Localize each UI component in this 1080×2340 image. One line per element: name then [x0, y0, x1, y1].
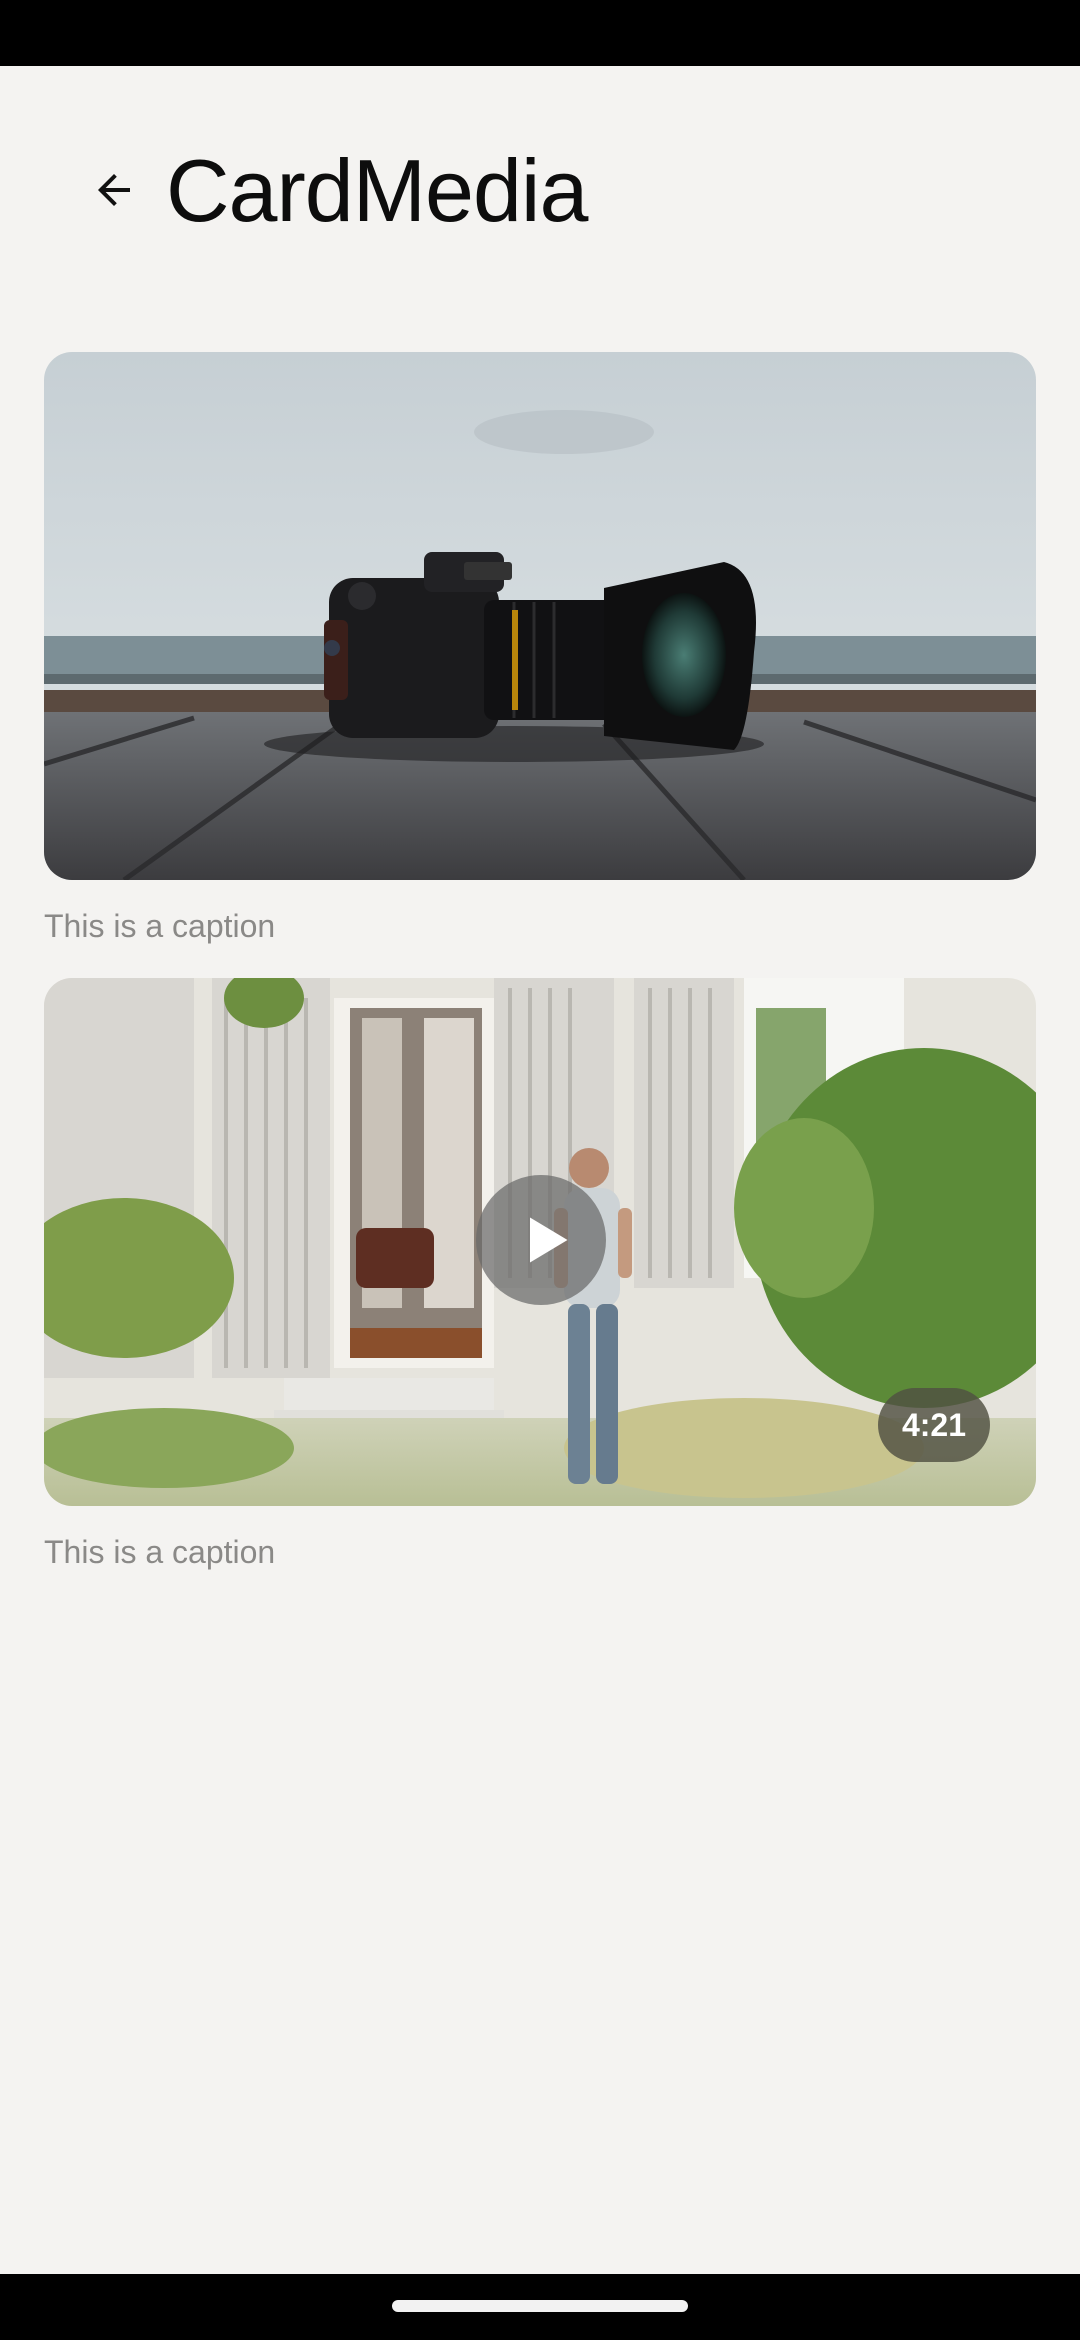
- card-caption: This is a caption: [44, 1534, 276, 1570]
- home-indicator[interactable]: [392, 2300, 688, 2312]
- card-caption: This is a caption: [44, 908, 276, 944]
- app-bar: CardMedia: [0, 66, 1080, 316]
- video-card-media[interactable]: 4:21: [44, 978, 1036, 1506]
- camera-photo: [44, 352, 1036, 880]
- play-button[interactable]: [476, 1175, 606, 1305]
- image-card-media[interactable]: [44, 352, 1036, 880]
- arrow-back-icon: [98, 174, 130, 206]
- back-button[interactable]: [86, 162, 142, 218]
- status-bar: [0, 0, 1080, 66]
- page-title: CardMedia: [166, 141, 588, 240]
- play-icon: [530, 1217, 568, 1263]
- video-duration-badge: 4:21: [878, 1388, 990, 1462]
- navigation-bar: [0, 2274, 1080, 2340]
